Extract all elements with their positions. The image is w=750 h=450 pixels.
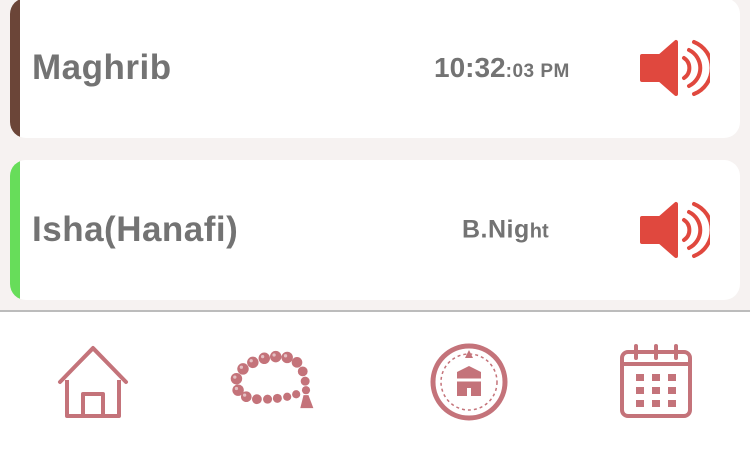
prayer-time-main: B.Nig bbox=[462, 215, 530, 244]
prayer-row-isha[interactable]: Isha(Hanafi) B.Night bbox=[10, 160, 740, 300]
speaker-volume-icon bbox=[640, 40, 714, 96]
bottom-tab-bar bbox=[0, 310, 750, 450]
prayer-name: Isha(Hanafi) bbox=[32, 210, 239, 249]
home-icon bbox=[58, 346, 128, 418]
prayer-row-maghrib[interactable]: Maghrib 10:32:03 PM bbox=[10, 0, 740, 138]
prayer-time: B.Night bbox=[462, 216, 549, 245]
prayer-list[interactable]: Maghrib 10:32:03 PM Isha(Hanafi) B.Night bbox=[0, 0, 750, 310]
prayer-beads-icon bbox=[230, 350, 314, 409]
prayer-accent-stripe bbox=[10, 160, 20, 300]
prayer-time-main: 10:32 bbox=[434, 52, 506, 83]
prayer-time-suffix: ht bbox=[529, 220, 549, 243]
prayer-time: 10:32:03 PM bbox=[434, 52, 570, 84]
tab-qibla[interactable] bbox=[424, 342, 514, 422]
adhan-sound-button[interactable] bbox=[638, 36, 714, 100]
calendar-icon bbox=[620, 344, 692, 418]
adhan-sound-button[interactable] bbox=[638, 198, 714, 262]
kaaba-compass-icon bbox=[430, 343, 508, 421]
speaker-volume-icon bbox=[640, 202, 714, 258]
tab-calendar[interactable] bbox=[611, 342, 701, 422]
tab-home[interactable] bbox=[48, 342, 138, 422]
prayer-accent-stripe bbox=[10, 0, 20, 138]
tab-tasbih[interactable] bbox=[225, 342, 315, 422]
prayer-times-screen: Maghrib 10:32:03 PM Isha(Hanafi) B.Night bbox=[0, 0, 750, 450]
prayer-time-seconds: :03 PM bbox=[505, 61, 570, 82]
prayer-name: Maghrib bbox=[32, 48, 172, 87]
